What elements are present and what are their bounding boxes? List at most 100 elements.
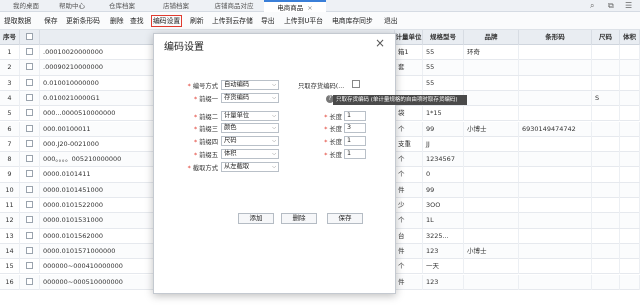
tab-my-desktop[interactable]: 我的桌面 <box>6 0 46 12</box>
volume-cell <box>620 243 640 259</box>
tab-store[interactable]: 店铺档案 <box>156 0 196 12</box>
search-icon[interactable]: ⌕ <box>590 0 594 12</box>
row-checkbox[interactable] <box>26 216 33 224</box>
col-volume-header[interactable]: 体积 <box>620 30 640 45</box>
len5-input[interactable]: 1 <box>344 149 366 159</box>
col-size-header[interactable]: 尺码 <box>592 30 620 45</box>
row-select-cell[interactable] <box>20 274 40 290</box>
row-checkbox[interactable] <box>26 78 33 86</box>
inventory-sync-button[interactable]: 电商库存同步 <box>332 15 373 27</box>
row-checkbox[interactable] <box>26 231 33 239</box>
refresh-button[interactable]: 刷新 <box>190 15 204 27</box>
row-checkbox[interactable] <box>26 48 33 55</box>
size-cell <box>592 259 620 275</box>
row-checkbox[interactable] <box>26 170 33 178</box>
fetch-data-button[interactable]: 提取数据 <box>4 15 31 27</box>
row-index-cell: 12 <box>0 213 20 229</box>
col-brand-header[interactable]: 品牌 <box>464 30 519 45</box>
mode-select[interactable]: 自动编码 ⌵ <box>221 80 279 90</box>
update-barcode-button[interactable]: 更新条形码 <box>66 15 100 27</box>
seg5-select-value: 体积 <box>224 150 237 157</box>
row-checkbox[interactable] <box>26 201 33 208</box>
tab-warehouse[interactable]: 仓库档案 <box>100 0 144 12</box>
restore-icon[interactable]: ⧉ <box>608 0 614 12</box>
row-checkbox[interactable] <box>26 139 33 147</box>
barcode-cell <box>519 198 592 213</box>
exit-button[interactable]: 退出 <box>384 15 398 27</box>
row-select-cell[interactable] <box>20 45 40 60</box>
row-checkbox[interactable] <box>26 63 33 71</box>
row-select-cell[interactable] <box>20 75 40 91</box>
row-checkbox[interactable] <box>26 246 33 254</box>
len2-input[interactable]: 1 <box>344 111 366 121</box>
row-select-cell[interactable] <box>20 121 40 137</box>
row-select-cell[interactable] <box>20 182 40 198</box>
menu-icon[interactable]: ☰ <box>625 0 632 12</box>
row-select-cell[interactable] <box>20 228 40 244</box>
volume-cell <box>620 60 640 76</box>
delete-button[interactable]: 删除 <box>110 15 124 27</box>
close-icon[interactable]: × <box>375 36 385 50</box>
brand-cell <box>464 152 519 168</box>
len4-input[interactable]: 1 <box>344 136 366 146</box>
row-select-cell[interactable] <box>20 213 40 229</box>
row-select-cell[interactable] <box>20 60 40 76</box>
upload-u-platform-button[interactable]: 上传到U平台 <box>284 15 323 27</box>
tab-label: 仓库档案 <box>109 2 135 10</box>
code-settings-button[interactable]: 编码设置 <box>151 15 183 27</box>
save-button[interactable]: 保存 <box>44 15 58 27</box>
len3-input[interactable]: 3 <box>344 123 366 133</box>
seg3-label: * 前缀三 <box>193 126 218 133</box>
spec-cell: 0 <box>423 167 464 183</box>
seg2-select[interactable]: 计量单位 ⌵ <box>221 111 279 121</box>
col-barcode-header[interactable]: 条形码 <box>519 30 592 45</box>
row-checkbox[interactable] <box>26 262 33 270</box>
select-all-checkbox[interactable] <box>26 33 33 40</box>
tab-ecommerce-goods[interactable]: 电商商品 × <box>264 0 326 12</box>
chevron-down-icon: ⌵ <box>272 164 276 170</box>
row-select-cell[interactable] <box>20 152 40 168</box>
row-checkbox[interactable] <box>26 109 33 117</box>
col-spec-header[interactable]: 规格型号 <box>423 30 464 45</box>
chevron-down-icon: ⌵ <box>272 151 276 157</box>
row-select-cell[interactable] <box>20 167 40 183</box>
row-select-cell[interactable] <box>20 90 40 106</box>
tab-help-center[interactable]: 帮助中心 <box>52 0 92 12</box>
tab-close-icon[interactable]: × <box>307 4 312 12</box>
spec-cell: 55 <box>423 45 464 60</box>
size-cell <box>592 121 620 137</box>
add-button[interactable]: 添加 <box>238 213 274 224</box>
volume-cell <box>620 198 640 213</box>
tab-store-goods-map[interactable]: 店铺商品对应 <box>206 0 262 12</box>
cut-select[interactable]: 从左截取 ⌵ <box>221 162 279 172</box>
seg1-label: * 前缀一 <box>193 96 218 103</box>
row-select-cell[interactable] <box>20 259 40 275</box>
row-select-cell[interactable] <box>20 198 40 213</box>
volume-cell <box>620 228 640 244</box>
row-select-cell[interactable] <box>20 136 40 152</box>
unit-cell: 支重 <box>395 136 423 152</box>
upload-cloud-button[interactable]: 上传到云存储 <box>212 15 253 27</box>
only-stock-code-checkbox[interactable] <box>352 80 360 88</box>
row-select-cell[interactable] <box>20 106 40 122</box>
seg1-select[interactable]: 存货编码 ⌵ <box>221 93 279 103</box>
col-select-header[interactable] <box>20 30 40 45</box>
seg3-select[interactable]: 颜色 ⌵ <box>221 123 279 133</box>
row-checkbox[interactable] <box>26 93 33 101</box>
row-select-cell[interactable] <box>20 243 40 259</box>
find-button[interactable]: 查找 <box>130 15 144 27</box>
export-button[interactable]: 导出 <box>261 15 275 27</box>
row-checkbox[interactable] <box>26 277 33 285</box>
dialog-title: 编码设置 <box>164 42 204 53</box>
seg5-select[interactable]: 体积 ⌵ <box>221 149 279 159</box>
delete-button[interactable]: 删除 <box>281 213 317 224</box>
size-cell: S <box>592 90 620 106</box>
row-checkbox[interactable] <box>26 155 33 163</box>
row-checkbox[interactable] <box>26 185 33 193</box>
row-checkbox[interactable] <box>26 124 33 132</box>
len5-label: * 长度 <box>324 152 342 159</box>
seg4-select[interactable]: 尺码 ⌵ <box>221 136 279 146</box>
barcode-cell <box>519 274 592 290</box>
col-unit-header[interactable]: 计量单位 <box>395 30 423 45</box>
save-button[interactable]: 保存 <box>327 213 363 224</box>
